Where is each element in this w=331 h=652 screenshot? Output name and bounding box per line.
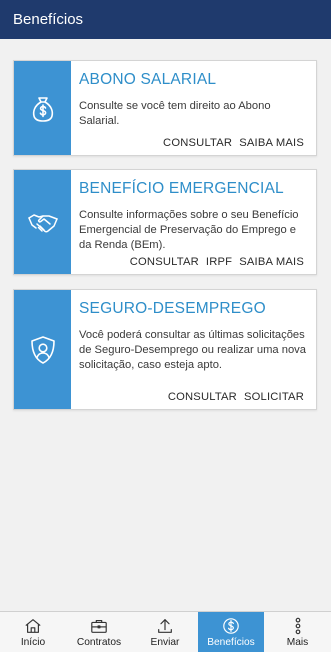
dollar-circle-icon xyxy=(223,618,239,634)
nav-label: Benefícios xyxy=(207,637,255,648)
nav-item-contratos[interactable]: Contratos xyxy=(66,612,132,652)
card-description: Você poderá consultar as últimas solicit… xyxy=(79,329,306,371)
card-actions: CONSULTAR SOLICITAR xyxy=(168,391,304,403)
briefcase-icon xyxy=(91,620,107,633)
card-description: Consulte se você tem direito ao Abono Sa… xyxy=(79,100,271,127)
consultar-button[interactable]: CONSULTAR xyxy=(130,256,199,268)
consultar-button[interactable]: CONSULTAR xyxy=(163,137,232,149)
card-icon-panel xyxy=(14,61,71,155)
consultar-button[interactable]: CONSULTAR xyxy=(168,391,237,403)
card-seguro-desemprego: SEGURO-DESEMPREGO Você poderá consultar … xyxy=(13,289,317,410)
upload-icon xyxy=(158,619,172,633)
card-title: ABONO SALARIAL xyxy=(79,71,217,88)
card-icon-panel xyxy=(14,290,71,409)
saiba-mais-button[interactable]: SAIBA MAIS xyxy=(239,137,304,149)
card-icon-panel xyxy=(14,170,71,274)
solicitar-button[interactable]: SOLICITAR xyxy=(244,391,304,403)
app-header: Benefícios xyxy=(0,0,331,39)
nav-item-beneficios[interactable]: Benefícios xyxy=(198,612,264,652)
page-title: Benefícios xyxy=(13,11,84,28)
nav-label: Contratos xyxy=(76,637,122,648)
money-bag-icon xyxy=(32,97,53,122)
saiba-mais-button[interactable]: SAIBA MAIS xyxy=(239,256,304,268)
nav-item-inicio[interactable]: Início xyxy=(0,612,66,652)
more-dots-icon xyxy=(295,617,300,635)
nav-item-mais[interactable]: Mais xyxy=(264,612,331,652)
card-title: SEGURO-DESEMPREGO xyxy=(79,300,266,317)
bottom-nav: Início Contratos Enviar Benefícios Mais xyxy=(0,611,331,652)
card-actions: CONSULTAR IRPF SAIBA MAIS xyxy=(130,256,304,268)
card-body: BENEFÍCIO EMERGENCIAL Consulte informaçõ… xyxy=(71,170,316,274)
shield-person-icon xyxy=(30,335,55,364)
card-abono-salarial: ABONO SALARIAL Consulte se você tem dire… xyxy=(13,60,317,156)
card-body: ABONO SALARIAL Consulte se você tem dire… xyxy=(71,61,316,155)
handshake-icon xyxy=(27,214,58,233)
card-body: SEGURO-DESEMPREGO Você poderá consultar … xyxy=(71,290,316,409)
nav-label: Enviar xyxy=(150,637,180,648)
card-title: BENEFÍCIO EMERGENCIAL xyxy=(79,180,284,197)
home-icon xyxy=(25,619,41,633)
card-description: Consulte informações sobre o seu Benefíc… xyxy=(79,209,299,251)
irpf-button[interactable]: IRPF xyxy=(206,256,232,268)
nav-label: Mais xyxy=(286,637,309,648)
card-actions: CONSULTAR SAIBA MAIS xyxy=(163,137,304,149)
nav-label: Início xyxy=(20,637,46,648)
card-beneficio-emergencial: BENEFÍCIO EMERGENCIAL Consulte informaçõ… xyxy=(13,169,317,275)
nav-item-enviar[interactable]: Enviar xyxy=(132,612,198,652)
